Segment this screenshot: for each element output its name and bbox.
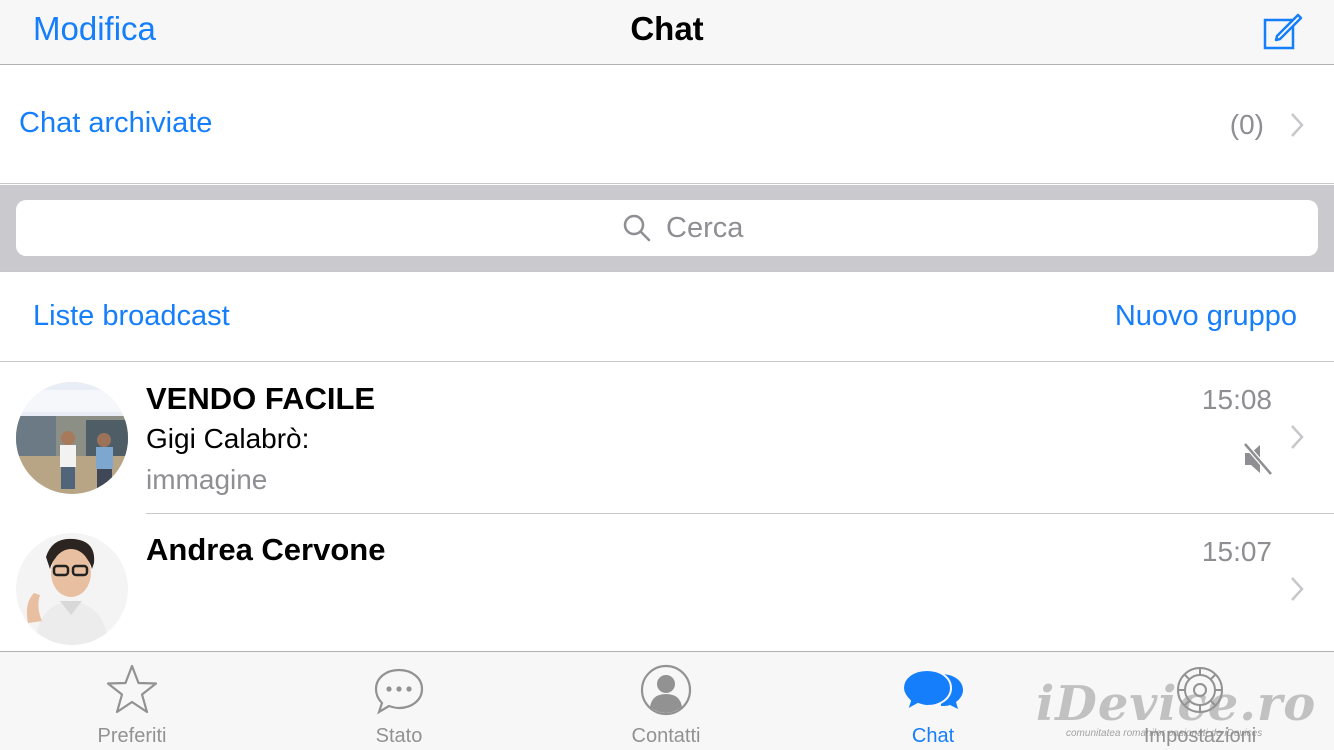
tab-label: Impostazioni bbox=[1143, 725, 1257, 747]
chat-sender: Gigi Calabrò: bbox=[146, 423, 310, 454]
search-bar: Cerca bbox=[0, 185, 1334, 271]
search-input[interactable]: Cerca bbox=[16, 200, 1318, 256]
chat-time: 15:07 bbox=[1201, 536, 1272, 567]
broadcast-lists-link[interactable]: Liste broadcast bbox=[33, 300, 230, 333]
compose-icon[interactable] bbox=[1262, 10, 1304, 52]
tab-label: Chat bbox=[911, 725, 955, 747]
tab-bar: Preferiti Stato Contatti Chat Impostazio… bbox=[0, 651, 1334, 750]
search-icon bbox=[623, 214, 651, 242]
person-photo-avatar bbox=[16, 533, 128, 645]
archived-count: (0) bbox=[1229, 109, 1264, 140]
star-icon bbox=[106, 664, 158, 714]
chat-preview: immagine bbox=[146, 464, 268, 495]
group-photo-avatar bbox=[16, 382, 128, 494]
chevron-right-icon bbox=[1291, 113, 1304, 137]
navigation-bar: Modifica Chat bbox=[0, 0, 1334, 65]
tab-favorites[interactable]: Preferiti bbox=[32, 652, 232, 750]
chat-row[interactable]: VENDO FACILE 15:08 Gigi Calabrò: immagin… bbox=[0, 362, 1334, 514]
chat-name: Andrea Cervone bbox=[146, 532, 386, 567]
actions-row: Liste broadcast Nuovo gruppo bbox=[0, 271, 1334, 362]
chevron-right-icon bbox=[1291, 577, 1304, 601]
search-placeholder: Cerca bbox=[666, 212, 744, 244]
tab-settings[interactable]: Impostazioni bbox=[1100, 652, 1300, 750]
tab-label: Preferiti bbox=[97, 725, 167, 747]
chat-time: 15:08 bbox=[1201, 384, 1272, 415]
contact-silhouette-icon bbox=[640, 664, 692, 716]
page-title: Chat bbox=[630, 10, 704, 47]
chevron-right-icon bbox=[1291, 425, 1304, 449]
tab-contacts[interactable]: Contatti bbox=[566, 652, 766, 750]
gear-icon bbox=[1177, 667, 1223, 713]
muted-speaker-icon bbox=[1243, 442, 1273, 476]
archived-chats-label: Chat archiviate bbox=[19, 107, 213, 139]
archived-chats-row[interactable]: Chat archiviate (0) bbox=[0, 65, 1334, 184]
speech-bubble-icon bbox=[374, 668, 424, 715]
tab-label: Stato bbox=[375, 725, 423, 747]
chat-name: VENDO FACILE bbox=[146, 381, 376, 416]
new-group-link[interactable]: Nuovo gruppo bbox=[1115, 300, 1297, 333]
chat-row[interactable]: Andrea Cervone 15:07 bbox=[0, 514, 1334, 652]
chat-bubbles-icon bbox=[901, 668, 963, 713]
edit-button[interactable]: Modifica bbox=[33, 10, 156, 48]
tab-status[interactable]: Stato bbox=[299, 652, 499, 750]
tab-label: Contatti bbox=[631, 725, 701, 747]
tab-chat[interactable]: Chat bbox=[833, 652, 1033, 750]
